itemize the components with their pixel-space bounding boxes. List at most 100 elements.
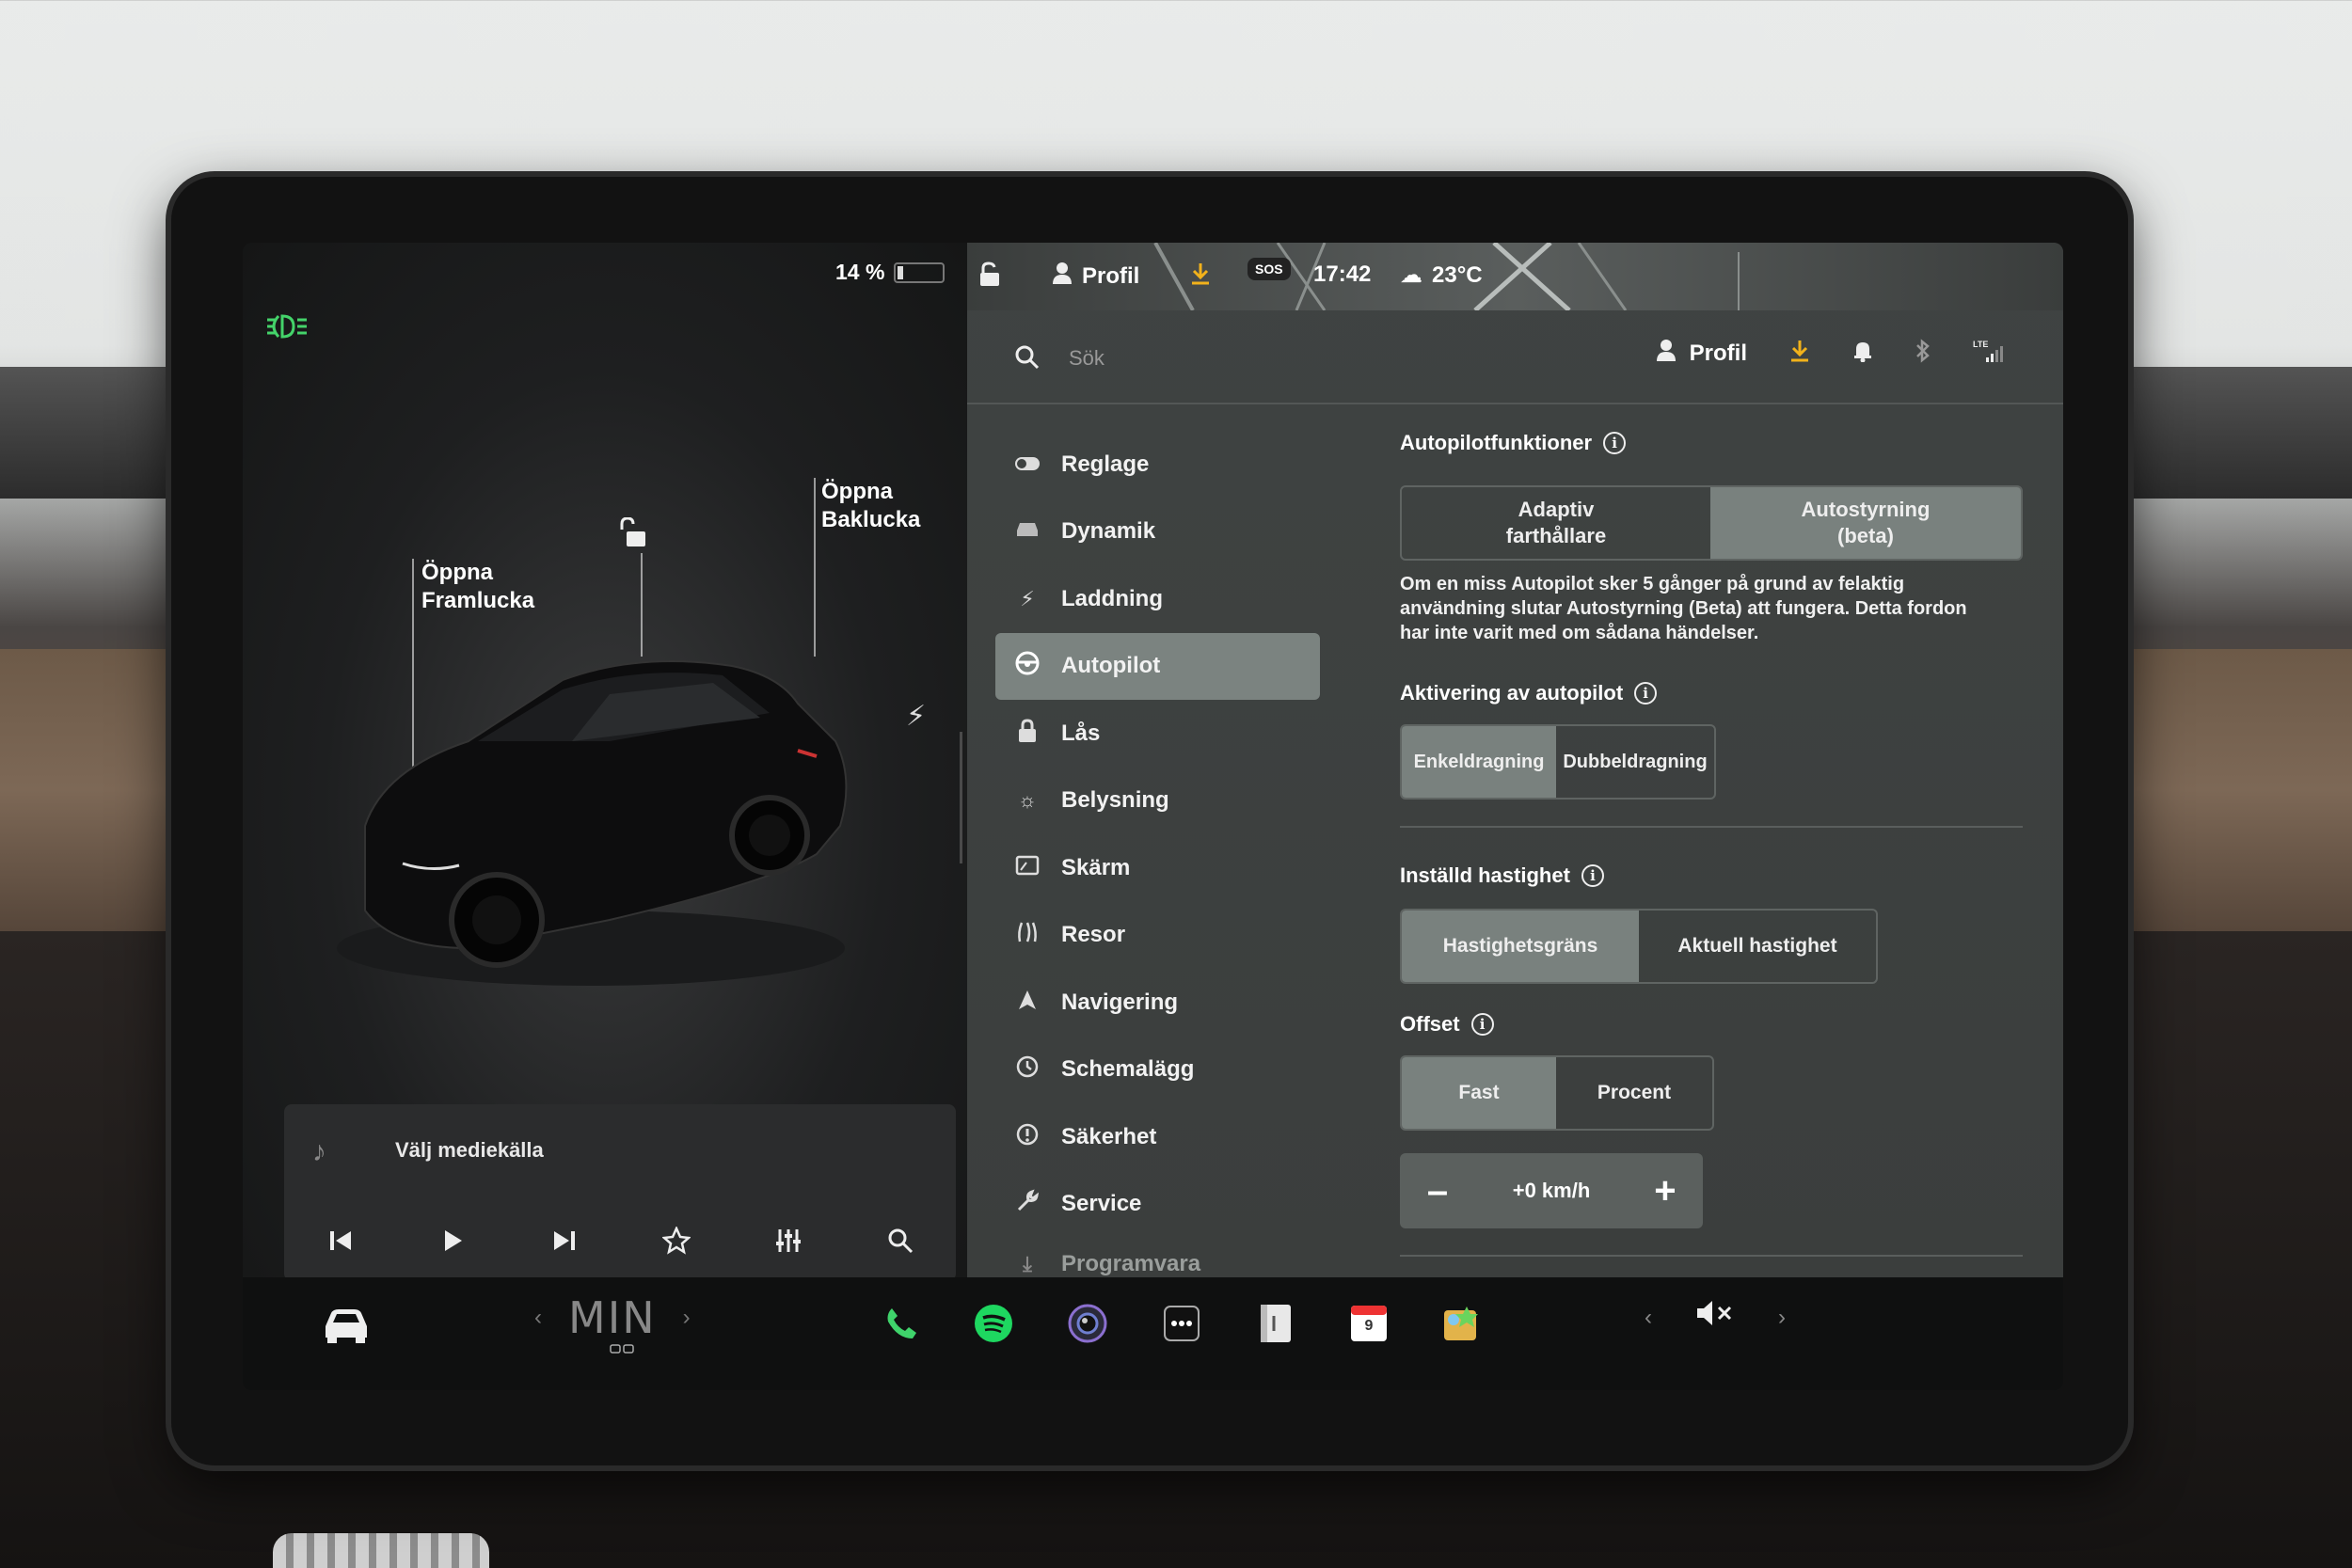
nav-item-laddning[interactable]: ⚡ Laddning: [995, 565, 1320, 633]
lte-signal-icon: LTE: [1973, 339, 2007, 368]
favorite-star-icon[interactable]: [653, 1217, 700, 1264]
next-track-icon[interactable]: [541, 1217, 588, 1264]
frunk-label-line1: Öppna: [421, 560, 493, 585]
description-line: har inte varit med om sådana händelser.: [1400, 623, 1759, 643]
set-speed-title: Inställd hastighet i: [1400, 863, 1604, 888]
open-frunk-button[interactable]: Öppna Framlucka: [421, 559, 534, 615]
temp-decrease-icon[interactable]: ‹: [534, 1305, 542, 1331]
notification-bell-icon[interactable]: [1852, 340, 1873, 367]
info-icon[interactable]: i: [1470, 1013, 1494, 1036]
nav-label: Reglage: [1061, 451, 1150, 477]
fan-icon[interactable]: [610, 1343, 634, 1361]
activation-selector: Enkeldragning Dubbeldragning: [1400, 724, 1716, 800]
sos-button[interactable]: SOS: [1248, 258, 1291, 280]
volume-up-icon[interactable]: ›: [1778, 1305, 1786, 1331]
charge-port-icon[interactable]: ⚡: [906, 700, 926, 733]
nav-item-reglage[interactable]: Reglage: [995, 431, 1320, 499]
option-line2: farthållare: [1505, 524, 1607, 547]
trunk-leader-line: [814, 478, 816, 657]
nav-label: Resor: [1061, 922, 1126, 948]
open-trunk-button[interactable]: Öppna Baklucka: [821, 478, 920, 534]
download-icon[interactable]: [1189, 261, 1212, 286]
headlight-icon[interactable]: [265, 312, 312, 341]
option-line1: Adaptiv: [1518, 498, 1595, 521]
settings-nav: Reglage Dynamik ⚡ Laddning Autopilot Lås…: [995, 431, 1320, 1291]
nav-item-belysning[interactable]: ☼ Belysning: [995, 768, 1320, 835]
play-icon[interactable]: [429, 1217, 476, 1264]
offset-stepper: – +0 km/h +: [1400, 1153, 1703, 1228]
info-icon[interactable]: i: [1634, 682, 1658, 705]
calendar-day: 9: [1364, 1318, 1374, 1334]
set-speed-selector: Hastighetsgräns Aktuell hastighet: [1400, 909, 1878, 984]
offset-value: +0 km/h: [1512, 1179, 1591, 1202]
profile-button[interactable]: Profil: [1656, 339, 1747, 368]
volume-control: ‹ ›: [1645, 1298, 1786, 1337]
equalizer-icon[interactable]: [765, 1217, 812, 1264]
nav-item-skarm[interactable]: Skärm: [995, 834, 1320, 902]
option-double-pull[interactable]: Dubbeldragning: [1556, 726, 1714, 798]
software-download-icon[interactable]: [1788, 339, 1811, 368]
option-current-speed[interactable]: Aktuell hastighet: [1639, 911, 1876, 982]
nav-item-sakerhet[interactable]: Säkerhet: [995, 1103, 1320, 1171]
settings-panel: Profil SOS 17:42 ☁ 23°C Sök Profil LTE R…: [967, 243, 2063, 1277]
nav-item-resor[interactable]: Resor: [995, 902, 1320, 970]
media-source-button[interactable]: Välj mediekälla: [395, 1138, 544, 1163]
volume-down-icon[interactable]: ‹: [1645, 1305, 1652, 1331]
safety-icon: [1014, 1122, 1041, 1152]
camera-icon[interactable]: [1064, 1300, 1111, 1347]
calendar-icon[interactable]: 9: [1345, 1300, 1392, 1347]
clock: 17:42: [1313, 261, 1372, 287]
nav-item-schemalagg[interactable]: Schemalägg: [995, 1037, 1320, 1104]
unlock-status-icon[interactable]: [978, 261, 1003, 288]
notes-icon[interactable]: [1252, 1300, 1299, 1347]
display-icon: [1014, 855, 1041, 881]
status-profile-label: Profil: [1082, 262, 1140, 289]
cabin-temperature[interactable]: MIN: [568, 1292, 657, 1343]
description-line: Om en miss Autopilot sker 5 gånger på gr…: [1400, 574, 1905, 594]
media-controls: [284, 1217, 956, 1264]
option-autosteer[interactable]: Autostyrning (beta): [1710, 487, 2021, 559]
schedule-icon: [1014, 1054, 1041, 1085]
cloud-icon: ☁: [1400, 262, 1422, 288]
nav-item-dynamik[interactable]: Dynamik: [995, 499, 1320, 566]
car-icon[interactable]: [320, 1304, 373, 1345]
nav-item-las[interactable]: Lås: [995, 700, 1320, 768]
search-input[interactable]: Sök: [1069, 346, 1104, 371]
status-profile[interactable]: Profil: [1052, 261, 1139, 291]
info-icon[interactable]: i: [1581, 864, 1604, 887]
increase-offset-button[interactable]: +: [1646, 1170, 1684, 1212]
option-percent[interactable]: Procent: [1556, 1057, 1712, 1129]
autopilot-strike-description: Om en miss Autopilot sker 5 gånger på gr…: [1400, 572, 2040, 645]
nav-label: Schemalägg: [1061, 1056, 1195, 1083]
settings-header: Sök Profil LTE: [967, 310, 2063, 404]
search-icon[interactable]: [1014, 344, 1041, 371]
nav-item-navigering[interactable]: Navigering: [995, 969, 1320, 1037]
nav-item-autopilot[interactable]: Autopilot: [995, 632, 1320, 700]
autopilot-features-selector: Adaptiv farthållare Autostyrning (beta): [1400, 485, 2023, 561]
offset-title: Offset i: [1400, 1012, 1494, 1037]
info-icon[interactable]: i: [1603, 432, 1627, 454]
decrease-offset-button[interactable]: –: [1419, 1170, 1456, 1212]
nav-label: Dynamik: [1061, 518, 1156, 545]
media-search-icon[interactable]: [877, 1217, 924, 1264]
more-icon[interactable]: [1158, 1300, 1205, 1347]
nav-label: Autopilot: [1061, 653, 1161, 679]
phone-icon[interactable]: [878, 1300, 925, 1347]
bluetooth-icon[interactable]: [1915, 339, 1931, 368]
outside-temperature: 23°C: [1432, 261, 1483, 288]
status-bar: Profil SOS 17:42 ☁ 23°C: [967, 243, 2063, 310]
option-speed-limit[interactable]: Hastighetsgräns: [1402, 911, 1639, 982]
temp-increase-icon[interactable]: ›: [683, 1305, 691, 1331]
sos-label: SOS: [1248, 258, 1291, 280]
option-fixed[interactable]: Fast: [1402, 1057, 1557, 1129]
option-single-pull[interactable]: Enkeldragning: [1402, 726, 1557, 798]
spotify-icon[interactable]: [970, 1300, 1017, 1347]
option-adaptive-cruise[interactable]: Adaptiv farthållare: [1402, 487, 1710, 559]
unlock-icon[interactable]: [619, 516, 651, 549]
steering-wheel-icon: [1014, 650, 1041, 682]
previous-track-icon[interactable]: [317, 1217, 364, 1264]
nav-item-service[interactable]: Service: [995, 1171, 1320, 1239]
toybox-icon[interactable]: [1438, 1300, 1485, 1347]
section-title-text: Aktivering av autopilot: [1400, 681, 1624, 705]
mute-speaker-icon[interactable]: [1693, 1298, 1737, 1337]
